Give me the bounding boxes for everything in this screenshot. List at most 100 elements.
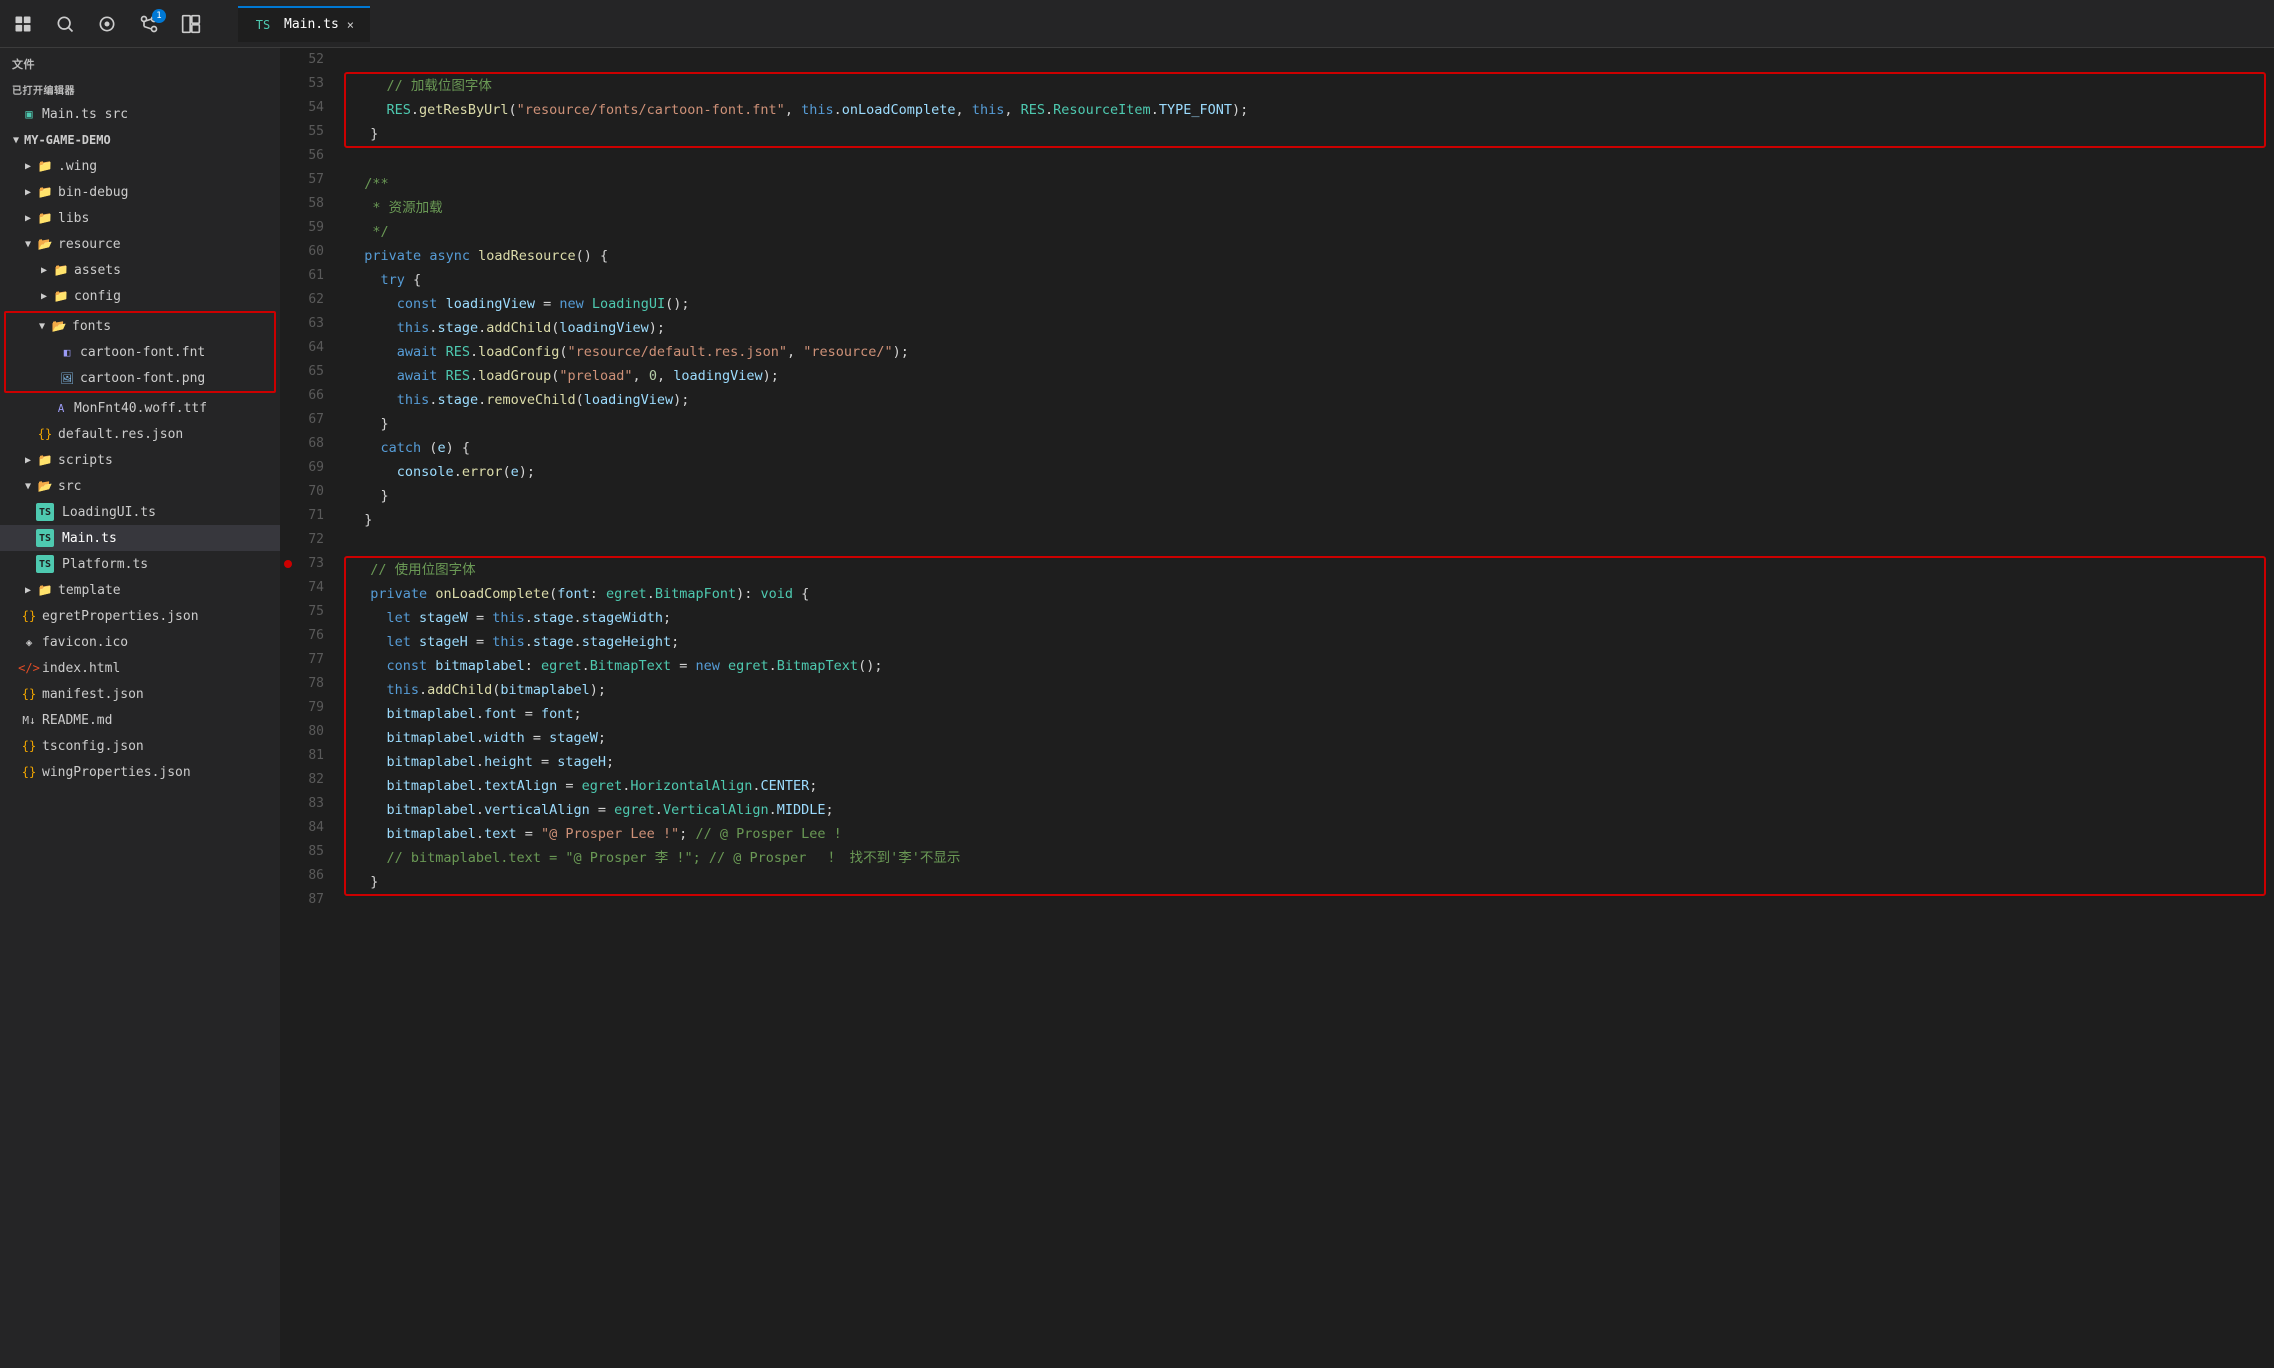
src-folder-icon: 📂 [36, 477, 54, 495]
ts-platform-icon: TS [36, 555, 54, 573]
sidebar-project-header[interactable]: ▼ MY-GAME-DEMO [0, 127, 280, 153]
sidebar-item-resource[interactable]: ▼ 📂 resource [0, 231, 280, 257]
cartoon-fnt-label: cartoon-font.fnt [80, 345, 266, 360]
resource-chevron: ▼ [20, 236, 36, 252]
code-line-53: // 加载位图字体 [346, 74, 2264, 98]
wing-folder-icon: 📁 [36, 157, 54, 175]
code-line-66: this.stage.removeChild(loadingView); [340, 388, 2274, 412]
default-res-label: default.res.json [58, 427, 272, 442]
sidebar-item-egret-props[interactable]: {} egretProperties.json [0, 603, 280, 629]
code-line-73: // 使用位图字体 [346, 558, 2264, 582]
layout-icon[interactable] [180, 13, 202, 35]
json-tsconfig-icon: {} [20, 737, 38, 755]
ln-85: 85 [280, 840, 340, 864]
sidebar-item-index-html[interactable]: </> index.html [0, 655, 280, 681]
sidebar-item-config[interactable]: ▶ 📁 config [0, 283, 280, 309]
code-line-78: this.addChild(bitmaplabel); [346, 678, 2264, 702]
search-icon[interactable] [54, 13, 76, 35]
template-folder-icon: 📁 [36, 581, 54, 599]
code-line-57: /** [340, 172, 2274, 196]
ln-71: 71 [280, 504, 340, 528]
ln-58: 58 [280, 192, 340, 216]
ln-63: 63 [280, 312, 340, 336]
ln-87: 87 [280, 888, 340, 912]
ln-67: 67 [280, 408, 340, 432]
code-line-54: RES.getResByUrl("resource/fonts/cartoon-… [346, 98, 2264, 122]
assets-label: assets [74, 263, 272, 278]
ln-66: 66 [280, 384, 340, 408]
tsconfig-label: tsconfig.json [42, 739, 272, 754]
opened-editors-label: 已打开编辑器 [0, 76, 280, 101]
sidebar-item-monfnt[interactable]: A MonFnt40.woff.ttf [0, 395, 280, 421]
sidebar-item-libs[interactable]: ▶ 📁 libs [0, 205, 280, 231]
code-line-83: bitmaplabel.verticalAlign = egret.Vertic… [346, 798, 2264, 822]
extensions-icon[interactable] [96, 13, 118, 35]
sidebar-item-assets[interactable]: ▶ 📁 assets [0, 257, 280, 283]
code-content[interactable]: // 加载位图字体 RES.getResByUrl("resource/font… [340, 48, 2274, 1368]
line-numbers: 52 53 54 55 56 57 58 59 60 61 62 63 64 6… [280, 48, 340, 1368]
code-line-68: catch (e) { [340, 436, 2274, 460]
sidebar-item-main-ts[interactable]: TS Main.ts [0, 525, 280, 551]
ln-83: 83 [280, 792, 340, 816]
sidebar-item-tsconfig[interactable]: {} tsconfig.json [0, 733, 280, 759]
sidebar-item-wing-props[interactable]: {} wingProperties.json [0, 759, 280, 785]
code-line-79: bitmaplabel.font = font; [346, 702, 2264, 726]
sidebar-item-main-ts-opened[interactable]: ▣ Main.ts src [0, 101, 280, 127]
sidebar-item-cartoon-fnt[interactable]: ◧ cartoon-font.fnt [6, 339, 274, 365]
code-area-wrapper[interactable]: 52 53 54 55 56 57 58 59 60 61 62 63 64 6… [280, 48, 2274, 1368]
config-chevron: ▶ [36, 288, 52, 304]
sidebar-item-bin-debug[interactable]: ▶ 📁 bin-debug [0, 179, 280, 205]
sidebar-item-wing[interactable]: ▶ 📁 .wing [0, 153, 280, 179]
src-label: src [58, 479, 272, 494]
tab-close-button[interactable]: × [347, 18, 354, 32]
code-line-64: await RES.loadConfig("resource/default.r… [340, 340, 2274, 364]
index-html-label: index.html [42, 661, 272, 676]
sidebar-item-readme[interactable]: M↓ README.md [0, 707, 280, 733]
sidebar-item-platform[interactable]: TS Platform.ts [0, 551, 280, 577]
ts-file-icon: TS [254, 16, 272, 34]
egret-props-label: egretProperties.json [42, 609, 272, 624]
fonts-folder-icon: 📂 [50, 317, 68, 335]
file-explorer-icon[interactable] [12, 13, 34, 35]
tab-main-ts[interactable]: TS Main.ts × [238, 6, 370, 42]
config-folder-icon: 📁 [52, 287, 70, 305]
png-file-icon: 🖼 [58, 369, 76, 387]
libs-chevron: ▶ [20, 210, 36, 226]
platform-ts-label: Platform.ts [62, 557, 272, 572]
sidebar-item-manifest[interactable]: {} manifest.json [0, 681, 280, 707]
resource-folder-icon: 📂 [36, 235, 54, 253]
project-chevron: ▼ [8, 132, 24, 148]
fonts-highlight-group: ▼ 📂 fonts ◧ cartoon-font.fnt 🖼 cartoon-f… [4, 311, 276, 393]
ln-57: 57 [280, 168, 340, 192]
git-icon[interactable]: 1 [138, 13, 160, 35]
sidebar-item-scripts[interactable]: ▶ 📁 scripts [0, 447, 280, 473]
bin-debug-chevron: ▶ [20, 184, 36, 200]
code-line-69: console.error(e); [340, 460, 2274, 484]
template-chevron: ▶ [20, 582, 36, 598]
loading-ui-label: LoadingUI.ts [62, 505, 272, 520]
code-line-59: */ [340, 220, 2274, 244]
ln-79: 79 [280, 696, 340, 720]
sidebar-item-cartoon-png[interactable]: 🖼 cartoon-font.png [6, 365, 274, 391]
ln-52: 52 [280, 48, 340, 72]
bin-debug-label: bin-debug [58, 185, 272, 200]
code-line-71: } [340, 508, 2274, 532]
ttf-file-icon: A [52, 399, 70, 417]
wing-chevron: ▶ [20, 158, 36, 174]
sidebar-item-favicon[interactable]: ◈ favicon.ico [0, 629, 280, 655]
sidebar-item-template[interactable]: ▶ 📁 template [0, 577, 280, 603]
libs-folder-icon: 📁 [36, 209, 54, 227]
project-name: MY-GAME-DEMO [24, 133, 272, 147]
sidebar-item-src[interactable]: ▼ 📂 src [0, 473, 280, 499]
ln-54: 54 [280, 96, 340, 120]
sidebar-item-fonts[interactable]: ▼ 📂 fonts [6, 313, 274, 339]
ln-69: 69 [280, 456, 340, 480]
fnt-file-icon: ◧ [58, 343, 76, 361]
monfnt-label: MonFnt40.woff.ttf [74, 401, 272, 416]
template-label: template [58, 583, 272, 598]
sidebar-item-loading-ui[interactable]: TS LoadingUI.ts [0, 499, 280, 525]
fonts-chevron: ▼ [34, 318, 50, 334]
sidebar-item-default-res[interactable]: {} default.res.json [0, 421, 280, 447]
code-line-60: private async loadResource() { [340, 244, 2274, 268]
code-line-74: private onLoadComplete(font: egret.Bitma… [346, 582, 2264, 606]
